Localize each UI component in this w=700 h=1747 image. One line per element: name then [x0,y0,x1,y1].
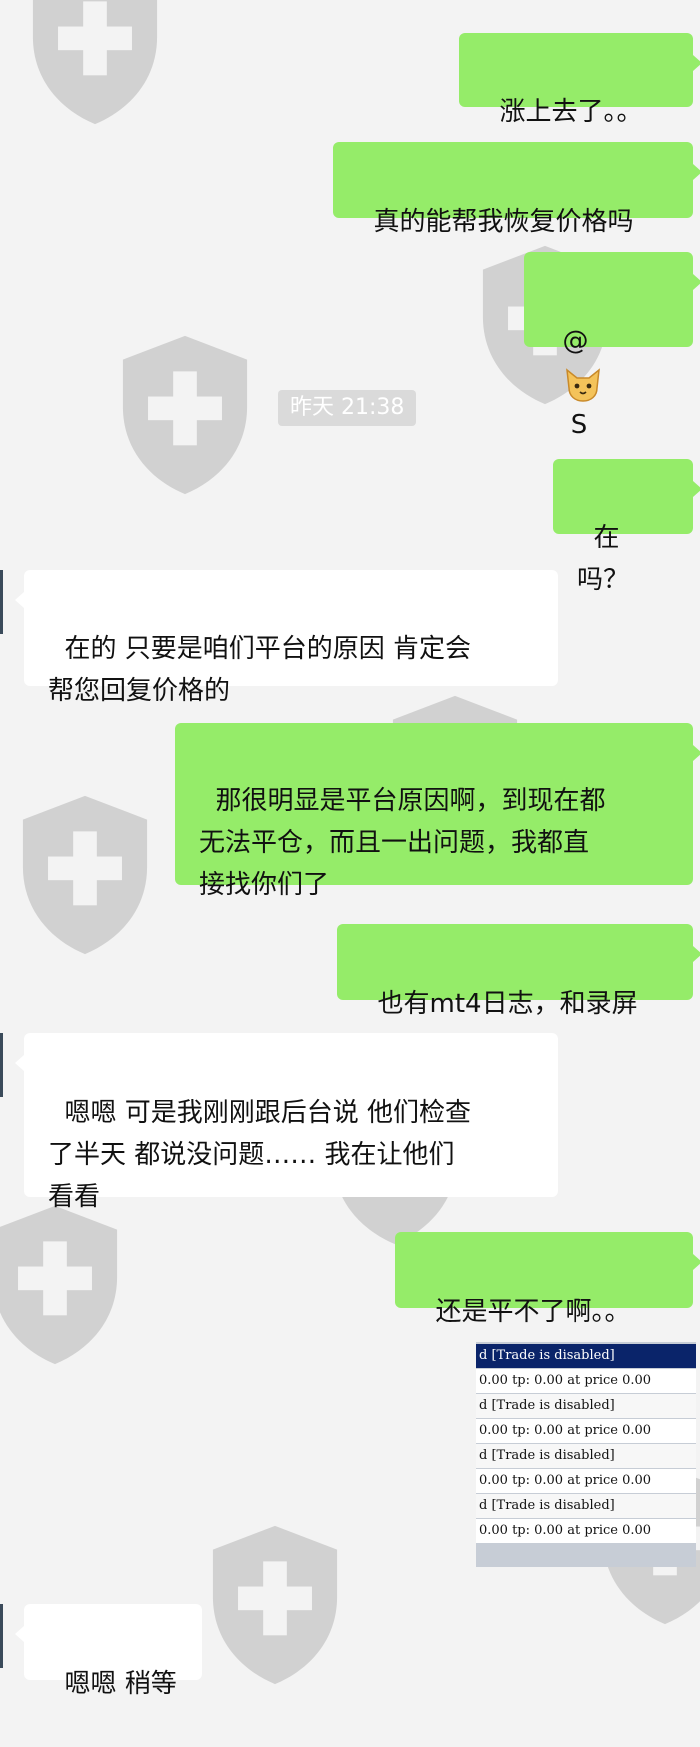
shield-cross-icon [32,0,158,125]
mt4-log-screenshot[interactable]: d [Trade is disabled] 0.00 tp: 0.00 at p… [476,1342,696,1567]
bubble-tail [693,745,700,761]
message-bubble-sent[interactable]: 在吗？ [553,459,700,595]
message-text: 涨上去了。。 [499,97,643,127]
log-line: 0.00 tp: 0.00 at price 0.00 [476,1519,696,1543]
cat-face-icon [565,367,600,402]
log-line: d [Trade is disabled] [476,1344,696,1368]
log-line: d [Trade is disabled] [476,1444,696,1468]
bubble-tail [15,592,24,608]
message-text: 还是平不了啊。。 [435,1297,631,1327]
log-line: 0.00 tp: 0.00 at price 0.00 [476,1469,696,1493]
message-bubble-sent[interactable]: 也有mt4日志，和录屏 [337,924,700,1019]
bubble-tail [693,481,700,497]
bubble-tail [693,55,700,71]
message-bubble-received[interactable]: 嗯嗯 稍等 [15,1604,202,1699]
avatar[interactable] [0,570,3,634]
log-line: d [Trade is disabled] [476,1494,696,1518]
shield-cross-icon [212,1525,338,1685]
log-line: 0.00 tp: 0.00 at price 0.00 [476,1419,696,1443]
shield-cross-icon [122,335,248,495]
bubble-tail [693,274,700,290]
shield-cross-icon [0,1205,118,1365]
message-text: 真的能帮我恢复价格吗 [373,207,634,237]
bubble-tail [693,164,700,180]
message-bubble-received[interactable]: 在的 只要是咱们平台的原因 肯定会 帮您回复价格的 [15,570,558,706]
message-bubble-sent[interactable]: 还是平不了啊。。 [395,1232,700,1327]
bubble-tail [15,1626,24,1642]
message-bubble-sent[interactable]: 涨上去了。。 [459,33,700,127]
log-line: d [Trade is disabled] [476,1394,696,1418]
log-line: 0.00 tp: 0.00 at price 0.00 [476,1369,696,1393]
avatar[interactable] [0,1033,3,1097]
message-bubble-sent[interactable]: 那很明显是平台原因啊，到现在都 无法平仓，而且一出问题，我都直 接找你们了 [175,723,700,900]
message-bubble-received[interactable]: 嗯嗯 可是我刚刚跟后台说 他们检查 了半天 都说没问题…… 我在让他们 看看 [15,1033,558,1212]
mention-suffix: S [562,410,588,440]
message-text: 也有mt4日志，和录屏 [377,989,638,1019]
mention-prefix: @ [562,326,597,356]
message-bubble-sent[interactable]: @ S [524,252,700,440]
bubble-tail [693,1254,700,1270]
message-timestamp: 昨天 21:38 [278,390,417,426]
bubble-tail [693,946,700,962]
message-text: 嗯嗯 可是我刚刚跟后台说 他们检查 了半天 都说没问题…… 我在让他们 看看 [48,1098,472,1212]
avatar[interactable] [0,1604,3,1668]
message-text: 在吗？ [577,523,630,595]
message-text: 那很明显是平台原因啊，到现在都 无法平仓，而且一出问题，我都直 接找你们了 [199,786,606,900]
message-bubble-sent[interactable]: 真的能帮我恢复价格吗 [333,142,700,237]
shield-cross-icon [22,795,148,955]
bubble-tail [15,1055,24,1071]
